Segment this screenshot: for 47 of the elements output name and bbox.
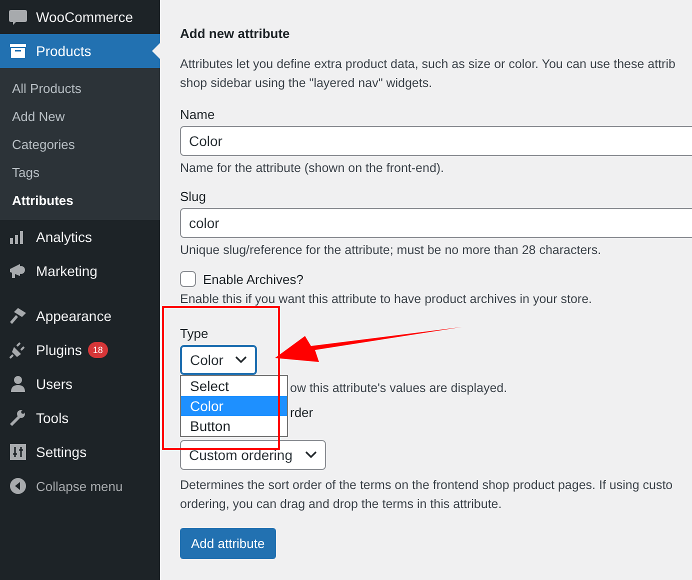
field-hint: Unique slug/reference for the attribute; must be no more than 28 characters. [180, 243, 602, 257]
paintbrush-icon [8, 306, 28, 326]
collapse-menu-button[interactable]: Collapse menu [0, 469, 160, 503]
chevron-down-icon [304, 451, 316, 459]
field-label: Name [180, 107, 216, 122]
submenu-item[interactable]: Attributes [0, 187, 160, 215]
checkbox-label: Enable Archives? [203, 272, 304, 286]
field-label: rder [290, 405, 314, 420]
slug-input[interactable]: color [180, 208, 692, 238]
sliders-icon [8, 442, 28, 462]
type-select[interactable]: Color [180, 345, 258, 375]
menu-item[interactable]: WooCommerce [0, 0, 160, 34]
name-input[interactable]: Color [180, 126, 692, 156]
wrench-icon [8, 408, 28, 428]
menu-item[interactable]: Plugins 18 [0, 333, 160, 367]
menu-item[interactable]: Products [0, 34, 160, 68]
intro-text: Attributes let you define extra product data, such as size or color. You can use these attrib [180, 56, 676, 73]
sort-order-hint: Determines the sort order of the terms on the frontend shop product pages. If using custo [180, 477, 674, 494]
field-label: Type [180, 326, 210, 341]
field-hint: Enable this if you want this attribute to have product archives in your store. [180, 292, 594, 306]
menu-item[interactable]: Tools [0, 401, 160, 435]
menu-item[interactable]: Analytics [0, 220, 160, 254]
intro-text: shop sidebar using the "layered nav" widgets. [180, 75, 434, 92]
menu-item[interactable]: Appearance [0, 299, 160, 333]
collapse-icon [8, 476, 28, 496]
update-count-badge: 18 [88, 342, 108, 358]
dropdown-option[interactable]: Select [181, 376, 287, 396]
dropdown-option[interactable]: Button [181, 416, 287, 436]
chevron-down-icon [235, 356, 248, 364]
field-label: Slug [180, 189, 208, 204]
sort-order-hint: ordering, you can drag and drop the terms in this attribute. [180, 496, 503, 513]
menu-item[interactable]: Users [0, 367, 160, 401]
add-attribute-button[interactable]: Add attribute [180, 528, 276, 559]
box-icon [8, 41, 28, 61]
menu-item[interactable]: Marketing [0, 254, 160, 288]
submenu-item[interactable]: Categories [0, 131, 160, 159]
sort-order-select[interactable]: Custom ordering [180, 440, 326, 470]
form-title: Add new attribute [180, 26, 291, 41]
menu-item[interactable]: Settings [0, 435, 160, 469]
submenu-item[interactable]: Tags [0, 159, 160, 187]
field-hint: Name for the attribute (shown on the front-end). [180, 161, 446, 175]
checkbox[interactable] [180, 271, 196, 287]
megaphone-icon [8, 261, 28, 281]
submenu-item[interactable]: All Products [0, 75, 160, 103]
field-hint: ow this attribute's values are displayed. [290, 381, 508, 395]
submenu-item[interactable]: Add New [0, 103, 160, 131]
user-icon [8, 374, 28, 394]
